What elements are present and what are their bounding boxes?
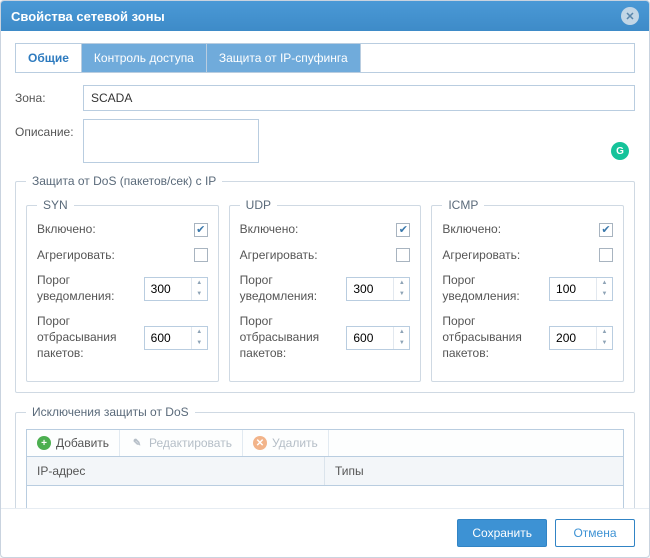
chevron-up-icon[interactable]: ▲: [192, 278, 207, 289]
chevron-down-icon[interactable]: ▼: [597, 338, 612, 349]
chevron-up-icon[interactable]: ▲: [597, 327, 612, 338]
icmp-notify-stepper[interactable]: ▲▼: [549, 277, 613, 301]
delete-icon: ✕: [253, 436, 267, 450]
syn-enabled-checkbox[interactable]: ✔: [194, 223, 208, 237]
exceptions-table-header: IP-адрес Типы: [26, 457, 624, 486]
chevron-up-icon[interactable]: ▲: [394, 327, 409, 338]
icmp-aggregate-checkbox[interactable]: [599, 248, 613, 262]
dialog-window: Свойства сетевой зоны ✕ Общие Контроль д…: [0, 0, 650, 558]
add-label: Добавить: [56, 436, 109, 450]
syn-aggregate-label: Агрегировать:: [37, 248, 188, 264]
icmp-drop-input[interactable]: [550, 327, 596, 349]
syn-notify-input[interactable]: [145, 278, 191, 300]
dos-legend: Защита от DoS (пакетов/сек) с IP: [26, 174, 222, 188]
grammarly-icon[interactable]: G: [611, 142, 629, 160]
exceptions-legend: Исключения защиты от DoS: [26, 405, 195, 419]
syn-drop-stepper[interactable]: ▲▼: [144, 326, 208, 350]
window-title: Свойства сетевой зоны: [11, 9, 165, 24]
tab-general[interactable]: Общие: [16, 44, 82, 72]
dialog-footer: Сохранить Отмена: [1, 508, 649, 557]
chevron-down-icon[interactable]: ▼: [394, 289, 409, 300]
udp-notify-label: Порог уведомления:: [240, 273, 341, 304]
udp-enabled-label: Включено:: [240, 222, 391, 238]
syn-notify-label: Порог уведомления:: [37, 273, 138, 304]
syn-drop-input[interactable]: [145, 327, 191, 349]
icmp-notify-label: Порог уведомления:: [442, 273, 543, 304]
chevron-down-icon[interactable]: ▼: [597, 289, 612, 300]
chevron-down-icon[interactable]: ▼: [192, 338, 207, 349]
syn-enabled-label: Включено:: [37, 222, 188, 238]
titlebar: Свойства сетевой зоны ✕: [1, 1, 649, 31]
dos-icmp-group: ICMP Включено: ✔ Агрегировать: Порог уве…: [431, 198, 624, 382]
udp-drop-input[interactable]: [347, 327, 393, 349]
chevron-down-icon[interactable]: ▼: [394, 338, 409, 349]
column-types[interactable]: Типы: [325, 457, 623, 485]
syn-aggregate-checkbox[interactable]: [194, 248, 208, 262]
chevron-down-icon[interactable]: ▼: [192, 289, 207, 300]
edit-button[interactable]: ✎ Редактировать: [120, 430, 243, 456]
dos-syn-title: SYN: [37, 198, 74, 212]
dos-syn-group: SYN Включено: ✔ Агрегировать: Порог увед…: [26, 198, 219, 382]
plus-icon: +: [37, 436, 51, 450]
tab-ip-spoofing[interactable]: Защита от IP-спуфинга: [207, 44, 361, 72]
icmp-enabled-checkbox[interactable]: ✔: [599, 223, 613, 237]
icmp-drop-label: Порог отбрасывания пакетов:: [442, 314, 543, 361]
tabbar: Общие Контроль доступа Защита от IP-спуф…: [15, 43, 635, 73]
exceptions-table-body[interactable]: [26, 486, 624, 508]
add-button[interactable]: + Добавить: [27, 430, 120, 456]
pencil-icon: ✎: [130, 436, 144, 450]
cancel-button[interactable]: Отмена: [555, 519, 635, 547]
column-ip[interactable]: IP-адрес: [27, 457, 325, 485]
dos-protection-group: Защита от DoS (пакетов/сек) с IP SYN Вкл…: [15, 174, 635, 393]
udp-notify-input[interactable]: [347, 278, 393, 300]
exceptions-toolbar: + Добавить ✎ Редактировать ✕ Удалить: [26, 429, 624, 457]
chevron-up-icon[interactable]: ▲: [597, 278, 612, 289]
dos-udp-group: UDP Включено: ✔ Агрегировать: Порог увед…: [229, 198, 422, 382]
udp-aggregate-checkbox[interactable]: [396, 248, 410, 262]
zone-input[interactable]: [83, 85, 635, 111]
chevron-up-icon[interactable]: ▲: [394, 278, 409, 289]
udp-drop-label: Порог отбрасывания пакетов:: [240, 314, 341, 361]
icmp-enabled-label: Включено:: [442, 222, 593, 238]
tab-access-control[interactable]: Контроль доступа: [82, 44, 207, 72]
icmp-drop-stepper[interactable]: ▲▼: [549, 326, 613, 350]
zone-label: Зона:: [15, 85, 75, 105]
icmp-notify-input[interactable]: [550, 278, 596, 300]
dos-icmp-title: ICMP: [442, 198, 484, 212]
description-input[interactable]: [83, 119, 259, 163]
syn-notify-stepper[interactable]: ▲▼: [144, 277, 208, 301]
syn-drop-label: Порог отбрасывания пакетов:: [37, 314, 138, 361]
udp-aggregate-label: Агрегировать:: [240, 248, 391, 264]
dos-udp-title: UDP: [240, 198, 277, 212]
delete-label: Удалить: [272, 436, 318, 450]
udp-enabled-checkbox[interactable]: ✔: [396, 223, 410, 237]
udp-notify-stepper[interactable]: ▲▼: [346, 277, 410, 301]
icmp-aggregate-label: Агрегировать:: [442, 248, 593, 264]
dos-exceptions-group: Исключения защиты от DoS + Добавить ✎ Ре…: [15, 405, 635, 508]
chevron-up-icon[interactable]: ▲: [192, 327, 207, 338]
edit-label: Редактировать: [149, 436, 232, 450]
delete-button[interactable]: ✕ Удалить: [243, 430, 329, 456]
save-button[interactable]: Сохранить: [457, 519, 547, 547]
udp-drop-stepper[interactable]: ▲▼: [346, 326, 410, 350]
close-icon[interactable]: ✕: [621, 7, 639, 25]
description-label: Описание:: [15, 119, 75, 139]
